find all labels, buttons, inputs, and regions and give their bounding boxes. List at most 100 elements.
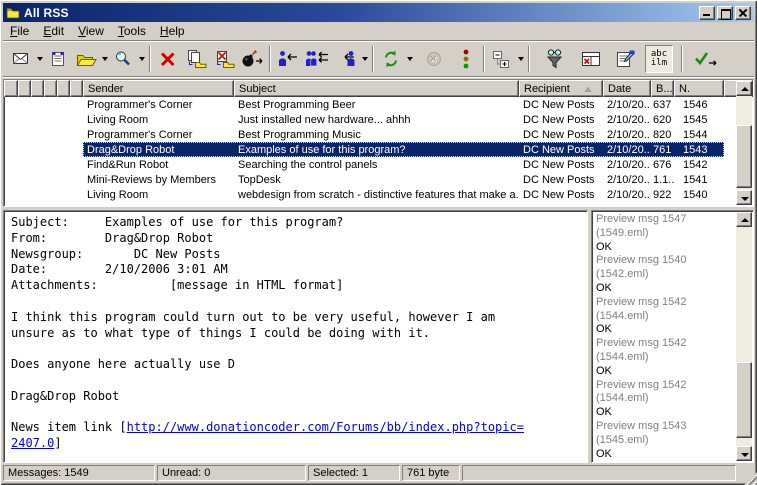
new-message-button[interactable]: [7, 45, 35, 73]
list-header: Sender Subject Recipient Date B... N.: [4, 80, 753, 97]
header-flag-column[interactable]: [18, 80, 31, 97]
new-message-dropdown-arrow-icon[interactable]: [35, 45, 44, 73]
header-number[interactable]: N.: [674, 80, 724, 97]
header-sender[interactable]: Sender: [83, 80, 234, 97]
cell-date: 2/10/20...: [603, 114, 651, 126]
scroll-thumb[interactable]: [736, 125, 752, 188]
cell-sender: Programmer's Corner: [83, 129, 234, 141]
log-entry-file: (1545.eml): [596, 434, 736, 448]
header-gutter[interactable]: [4, 80, 18, 97]
forward-button[interactable]: [332, 45, 360, 73]
list-scrollbar[interactable]: [736, 81, 752, 205]
toolbar-separator: [269, 46, 271, 72]
cell-number: 1543: [674, 144, 724, 156]
delete-icon: [158, 49, 178, 69]
log-entry-message: Preview msg 1542: [596, 337, 736, 351]
table-row-selected[interactable]: Drag&Drop Robot Examples of use for this…: [4, 142, 753, 157]
scroll-thumb[interactable]: [736, 362, 752, 438]
search-dropdown-arrow-icon[interactable]: [137, 45, 146, 73]
header-flag-column[interactable]: [57, 80, 70, 97]
refresh-icon: [381, 49, 401, 69]
message-preview-pane[interactable]: Subject: Examples of use for this progra…: [3, 210, 588, 463]
reply-button[interactable]: [274, 45, 302, 73]
menu-help[interactable]: Help: [153, 22, 192, 40]
scroll-up-button[interactable]: [736, 81, 752, 96]
cell-sender: Drag&Drop Robot: [83, 144, 234, 156]
properties-button[interactable]: [611, 45, 639, 73]
table-row[interactable]: Programmer's Corner Best Programming Mus…: [4, 127, 753, 142]
forward-dropdown-arrow-icon[interactable]: [360, 45, 369, 73]
header-flag-column[interactable]: [31, 80, 44, 97]
menu-view[interactable]: View: [71, 22, 111, 40]
minimize-button[interactable]: [699, 6, 715, 20]
close-button[interactable]: [735, 6, 751, 20]
table-row[interactable]: Programmer's Corner Best Programming Bee…: [4, 97, 753, 112]
cell-recipient: DC New Posts: [519, 189, 603, 201]
log-entry-status: OK: [596, 282, 736, 296]
copy-to-folder-icon: [185, 49, 207, 69]
filter-button[interactable]: [541, 45, 569, 73]
search-icon: [113, 49, 133, 69]
post-note-button[interactable]: [44, 45, 72, 73]
cell-date: 2/10/20...: [603, 99, 651, 111]
open-folder-button[interactable]: [72, 45, 100, 73]
toolbar-separator: [149, 46, 151, 72]
copy-to-folder-button[interactable]: [182, 45, 210, 73]
tree-view-button[interactable]: [488, 45, 516, 73]
tree-view-icon: [491, 49, 513, 69]
maximize-button[interactable]: [717, 6, 733, 20]
app-window: All RSS File Edit View Tools Help: [0, 0, 757, 485]
toolbar-separator: [483, 46, 485, 72]
table-row[interactable]: Mini-Reviews by Members TopDesk DC New P…: [4, 172, 753, 187]
log-entry-file: (1544.eml): [596, 310, 736, 324]
header-date[interactable]: Date: [603, 80, 651, 97]
header-flag-column[interactable]: [70, 80, 83, 97]
cell-date: 2/10/20...: [603, 159, 651, 171]
open-folder-dropdown-arrow-icon[interactable]: [100, 45, 109, 73]
table-row[interactable]: Find&Run Robot Searching the control pan…: [4, 157, 753, 172]
log-entry-file: (1544.eml): [596, 392, 736, 406]
cell-recipient: DC New Posts: [519, 129, 603, 141]
table-delete-button[interactable]: [577, 45, 605, 73]
bomb-button[interactable]: [238, 45, 266, 73]
cell-sender: Find&Run Robot: [83, 159, 234, 171]
menu-tools[interactable]: Tools: [111, 22, 153, 40]
scroll-up-button[interactable]: [736, 212, 752, 227]
log-entry-status: OK: [596, 406, 736, 420]
cell-recipient: DC New Posts: [519, 99, 603, 111]
refresh-button[interactable]: [377, 45, 405, 73]
menu-file[interactable]: File: [3, 22, 36, 40]
spellcheck-button[interactable]: [690, 45, 720, 73]
stop-button[interactable]: [420, 45, 448, 73]
table-row[interactable]: Living Room webdesign from scratch - dis…: [4, 187, 753, 202]
menu-edit[interactable]: Edit: [36, 22, 71, 40]
move-to-folder-button[interactable]: [210, 45, 238, 73]
search-button[interactable]: [109, 45, 137, 73]
header-subject[interactable]: Subject: [234, 80, 519, 97]
toolbar: abcilm: [3, 42, 754, 77]
cell-subject: Searching the control panels: [234, 159, 519, 171]
cell-bytes: 620: [651, 114, 674, 126]
reply-icon: [277, 49, 299, 69]
tree-view-dropdown-arrow-icon[interactable]: [516, 45, 525, 73]
reply-all-button[interactable]: [302, 45, 332, 73]
window-title: All RSS: [24, 6, 69, 20]
delete-button[interactable]: [154, 45, 182, 73]
traffic-light-button[interactable]: [452, 45, 480, 73]
scroll-down-button[interactable]: [736, 446, 752, 461]
table-row[interactable]: Living Room Just installed new hardware.…: [4, 112, 753, 127]
log-scrollbar[interactable]: [736, 212, 752, 461]
header-flag-column[interactable]: [44, 80, 57, 97]
status-unread: Unread: 0: [157, 465, 306, 481]
post-note-icon: [48, 49, 68, 69]
font-sample-button[interactable]: abcilm: [645, 45, 673, 73]
status-bar: Messages: 1549 Unread: 0 Selected: 1 761…: [3, 464, 754, 482]
header-recipient[interactable]: Recipient: [519, 80, 603, 97]
refresh-dropdown-arrow-icon[interactable]: [405, 45, 414, 73]
message-text-after: ]: [54, 436, 61, 450]
title-bar[interactable]: All RSS: [3, 3, 754, 22]
traffic-light-icon: [459, 48, 473, 70]
scroll-down-button[interactable]: [736, 190, 752, 205]
table-delete-icon: [580, 49, 602, 69]
header-bytes[interactable]: B...: [651, 80, 674, 97]
